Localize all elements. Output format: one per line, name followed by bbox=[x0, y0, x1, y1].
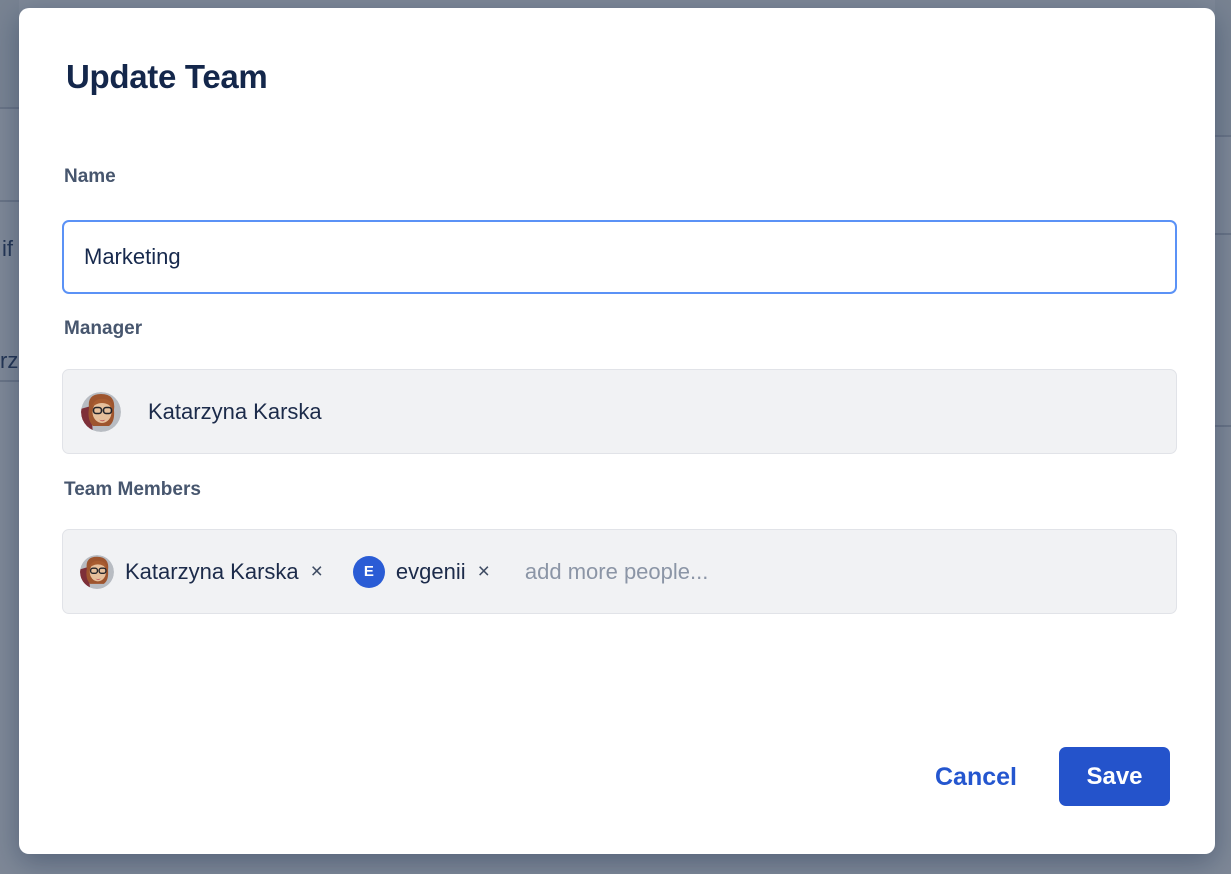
member-avatar bbox=[80, 555, 114, 589]
manager-avatar bbox=[81, 392, 121, 432]
backdrop-divider bbox=[1215, 233, 1231, 235]
member-chip: E evgenii × bbox=[353, 556, 493, 588]
update-team-modal: Update Team Name Manager Katarzyna Karsk… bbox=[19, 8, 1215, 854]
cancel-button[interactable]: Cancel bbox=[919, 757, 1033, 797]
member-name: evgenii bbox=[396, 559, 466, 585]
backdrop-band bbox=[0, 0, 19, 107]
member-chip: Katarzyna Karska × bbox=[80, 555, 326, 589]
remove-member-icon[interactable]: × bbox=[308, 559, 326, 584]
manager-select-field[interactable]: Katarzyna Karska bbox=[62, 369, 1177, 454]
manager-field-label: Manager bbox=[64, 318, 142, 340]
modal-title: Update Team bbox=[66, 58, 267, 96]
member-initial-avatar: E bbox=[353, 556, 385, 588]
save-button[interactable]: Save bbox=[1059, 747, 1170, 806]
backdrop-divider bbox=[0, 380, 19, 382]
backdrop-band bbox=[1215, 0, 1231, 135]
member-name: Katarzyna Karska bbox=[125, 559, 299, 585]
backdrop-text-fragment: if bbox=[2, 236, 13, 262]
team-name-input[interactable] bbox=[62, 220, 1177, 294]
manager-name: Katarzyna Karska bbox=[148, 399, 322, 425]
team-members-field-label: Team Members bbox=[64, 479, 201, 501]
team-members-field[interactable]: Katarzyna Karska × E evgenii × bbox=[62, 529, 1177, 614]
backdrop-divider bbox=[0, 200, 19, 202]
add-members-input[interactable] bbox=[523, 558, 1176, 586]
remove-member-icon[interactable]: × bbox=[475, 559, 493, 584]
backdrop-divider bbox=[1215, 425, 1231, 427]
name-field-label: Name bbox=[64, 166, 116, 188]
backdrop-divider bbox=[0, 107, 19, 109]
backdrop-text-fragment: rz bbox=[0, 348, 18, 374]
backdrop-divider bbox=[1215, 135, 1231, 137]
